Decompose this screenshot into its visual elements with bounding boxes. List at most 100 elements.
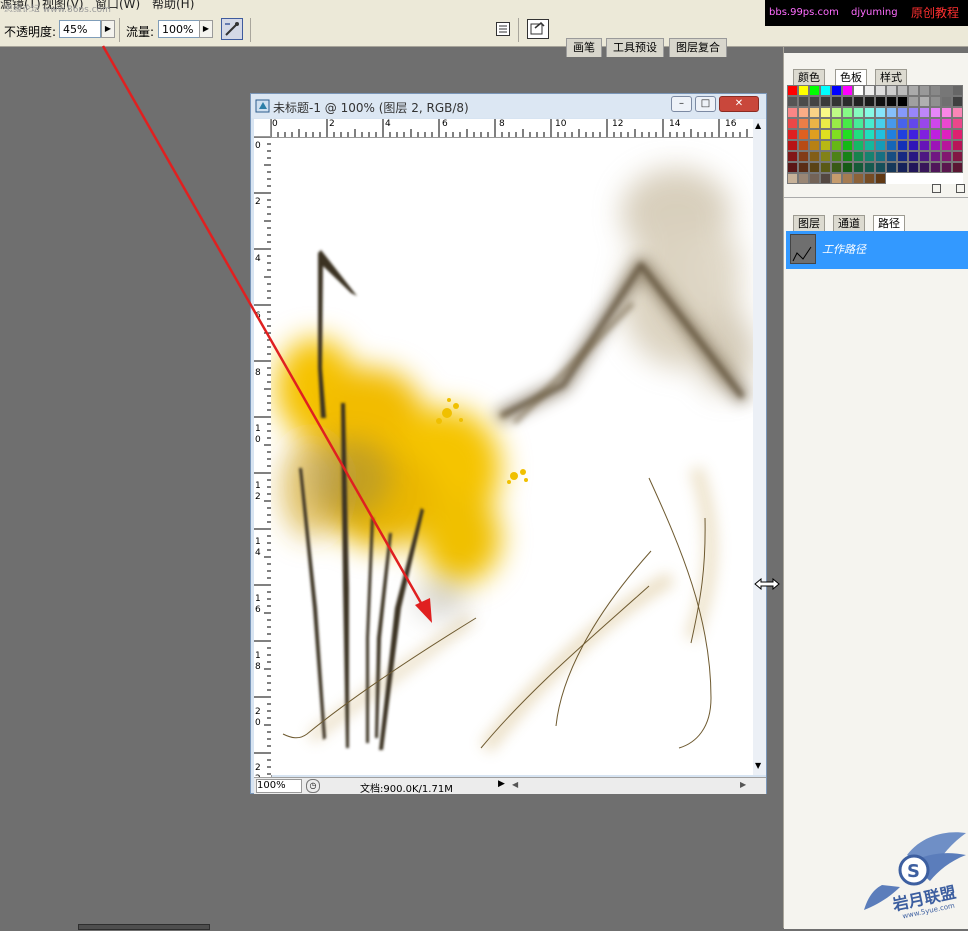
color-swatch[interactable]	[941, 140, 952, 151]
color-swatch[interactable]	[886, 85, 897, 96]
color-swatch[interactable]	[875, 85, 886, 96]
color-swatch[interactable]	[853, 151, 864, 162]
color-swatch[interactable]	[875, 162, 886, 173]
color-swatch[interactable]	[875, 140, 886, 151]
color-swatch[interactable]	[952, 173, 963, 184]
color-swatch[interactable]	[930, 107, 941, 118]
color-swatch[interactable]	[897, 173, 908, 184]
color-swatch[interactable]	[864, 140, 875, 151]
color-swatch[interactable]	[820, 151, 831, 162]
airbrush-toggle-button[interactable]	[221, 18, 243, 40]
color-swatch[interactable]	[908, 118, 919, 129]
color-swatch[interactable]	[930, 96, 941, 107]
color-swatch[interactable]	[787, 96, 798, 107]
swatch-grid[interactable]	[787, 85, 968, 184]
brush-palette-icon[interactable]	[496, 22, 510, 36]
color-swatch[interactable]	[886, 173, 897, 184]
color-swatch[interactable]	[930, 129, 941, 140]
color-swatch[interactable]	[820, 129, 831, 140]
tab-channels[interactable]: 通道	[833, 215, 865, 231]
color-swatch[interactable]	[831, 140, 842, 151]
color-swatch[interactable]	[853, 118, 864, 129]
color-swatch[interactable]	[908, 151, 919, 162]
color-swatch[interactable]	[941, 107, 952, 118]
color-swatch[interactable]	[831, 129, 842, 140]
color-swatch[interactable]	[831, 173, 842, 184]
color-swatch[interactable]	[919, 85, 930, 96]
color-swatch[interactable]	[930, 173, 941, 184]
color-swatch[interactable]	[886, 107, 897, 118]
color-swatch[interactable]	[831, 107, 842, 118]
color-swatch[interactable]	[798, 151, 809, 162]
color-swatch[interactable]	[787, 140, 798, 151]
color-swatch[interactable]	[897, 96, 908, 107]
color-swatch[interactable]	[919, 107, 930, 118]
color-swatch[interactable]	[842, 129, 853, 140]
maximize-button[interactable]: □	[695, 96, 716, 112]
color-swatch[interactable]	[919, 173, 930, 184]
color-swatch[interactable]	[908, 85, 919, 96]
color-swatch[interactable]	[842, 162, 853, 173]
color-swatch[interactable]	[908, 96, 919, 107]
tab-layer-comps[interactable]: 图层复合	[669, 38, 727, 57]
close-button[interactable]: ✕	[719, 96, 759, 112]
color-swatch[interactable]	[787, 85, 798, 96]
tab-swatches[interactable]: 色板	[835, 69, 867, 85]
color-swatch[interactable]	[864, 151, 875, 162]
color-swatch[interactable]	[919, 162, 930, 173]
path-item-work-path[interactable]: 工作路径	[786, 231, 968, 269]
color-swatch[interactable]	[820, 118, 831, 129]
color-swatch[interactable]	[809, 85, 820, 96]
color-swatch[interactable]	[952, 107, 963, 118]
color-swatch[interactable]	[831, 96, 842, 107]
color-swatch[interactable]	[820, 107, 831, 118]
ruler-corner[interactable]	[254, 119, 271, 137]
color-swatch[interactable]	[875, 173, 886, 184]
color-swatch[interactable]	[853, 96, 864, 107]
color-swatch[interactable]	[831, 151, 842, 162]
color-swatch[interactable]	[919, 96, 930, 107]
color-swatch[interactable]	[842, 140, 853, 151]
color-swatch[interactable]	[820, 162, 831, 173]
color-swatch[interactable]	[842, 173, 853, 184]
color-swatch[interactable]	[941, 96, 952, 107]
color-swatch[interactable]	[809, 129, 820, 140]
color-swatch[interactable]	[886, 118, 897, 129]
color-swatch[interactable]	[908, 173, 919, 184]
color-swatch[interactable]	[820, 140, 831, 151]
color-swatch[interactable]	[919, 140, 930, 151]
color-swatch[interactable]	[809, 162, 820, 173]
color-swatch[interactable]	[809, 151, 820, 162]
color-swatch[interactable]	[864, 85, 875, 96]
color-swatch[interactable]	[941, 85, 952, 96]
color-swatch[interactable]	[787, 162, 798, 173]
color-swatch[interactable]	[897, 85, 908, 96]
file-browser-icon[interactable]	[527, 19, 549, 39]
color-swatch[interactable]	[809, 140, 820, 151]
color-swatch[interactable]	[875, 118, 886, 129]
color-swatch[interactable]	[864, 129, 875, 140]
color-swatch[interactable]	[809, 96, 820, 107]
color-swatch[interactable]	[930, 118, 941, 129]
color-swatch[interactable]	[853, 173, 864, 184]
color-swatch[interactable]	[897, 151, 908, 162]
color-swatch[interactable]	[809, 118, 820, 129]
color-swatch[interactable]	[798, 129, 809, 140]
color-swatch[interactable]	[798, 107, 809, 118]
color-swatch[interactable]	[864, 96, 875, 107]
minimize-button[interactable]: –	[671, 96, 692, 112]
color-swatch[interactable]	[952, 140, 963, 151]
color-swatch[interactable]	[941, 151, 952, 162]
color-swatch[interactable]	[787, 151, 798, 162]
scroll-down-arrow[interactable]: ▼	[755, 761, 761, 770]
color-swatch[interactable]	[809, 173, 820, 184]
status-menu-arrow[interactable]: ▶	[498, 779, 505, 789]
color-swatch[interactable]	[919, 118, 930, 129]
flow-dropdown-arrow[interactable]: ▶	[199, 20, 213, 38]
flow-input[interactable]: 100%	[158, 20, 200, 38]
color-swatch[interactable]	[897, 118, 908, 129]
status-info-icon[interactable]: ◷	[306, 779, 320, 793]
document-canvas[interactable]	[271, 138, 753, 775]
color-swatch[interactable]	[787, 173, 798, 184]
color-swatch[interactable]	[908, 162, 919, 173]
